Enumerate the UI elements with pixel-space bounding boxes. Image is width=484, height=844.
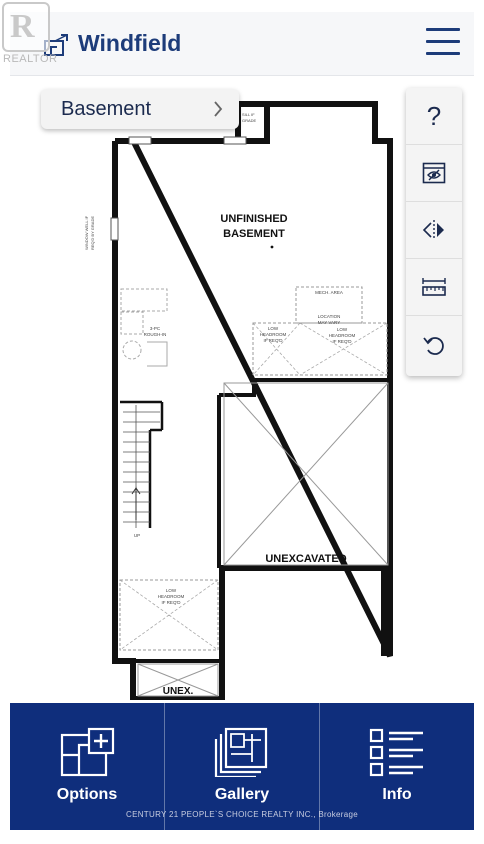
menu-line-icon <box>426 28 460 31</box>
low-headroom-a3: IF REQ'D <box>263 338 283 343</box>
mirror-button[interactable] <box>406 202 462 259</box>
nav-gallery-label: Gallery <box>214 786 270 803</box>
low-headroom-c3: IF REQ'D <box>161 600 181 605</box>
location-label-2: MAY VARY <box>318 320 340 325</box>
view-toggle-button[interactable] <box>406 145 462 202</box>
measure-ruler-icon <box>422 278 446 296</box>
gallery-stack-icon <box>214 727 268 777</box>
hamburger-menu-button[interactable] <box>426 28 460 56</box>
stair-treads <box>123 405 160 528</box>
low-headroom-c: LOW <box>166 588 177 593</box>
low-headroom-a2: HEADROOM <box>260 332 287 337</box>
brokerage-credit: CENTURY 21 PEOPLE`S CHOICE REALTY INC., … <box>126 810 358 819</box>
help-icon: ? <box>426 100 442 131</box>
rough-in-label-2: ROUGH-IN <box>144 332 167 337</box>
low-headroom-c2: HEADROOM <box>158 594 185 599</box>
low-headroom-b: LOW <box>337 327 348 332</box>
app-title: Windfield <box>78 30 182 56</box>
nav-info-label: Info <box>382 786 412 803</box>
chevron-right-icon <box>214 101 223 117</box>
room-label-unexcavated: UNEXCAVATED <box>265 553 346 565</box>
sill-note-2: GRADE <box>242 118 257 123</box>
help-button[interactable]: ? <box>406 88 462 145</box>
measure-button[interactable] <box>406 259 462 316</box>
stair-up-label: UP <box>134 533 140 538</box>
options-plan-icon <box>60 727 115 777</box>
location-label: LOCATION <box>318 314 341 319</box>
window-well-note: WINDOW WELL IF <box>84 215 89 250</box>
floor-selector-label: Basement <box>61 98 152 120</box>
window-well-note-2: REQ'D BY GRADE <box>90 216 95 250</box>
realtor-watermark-text: REALTOR <box>3 53 58 65</box>
floor-selector[interactable]: Basement <box>41 89 239 129</box>
menu-line-icon <box>426 40 460 43</box>
low-headroom-b3: IF REQ'D <box>332 339 352 344</box>
app-header: Windfield <box>10 12 474 76</box>
plan-tools-panel: ? <box>406 88 462 376</box>
realtor-watermark: R REALTOR <box>0 0 58 66</box>
low-headroom-b2: HEADROOM <box>329 333 356 338</box>
undo-icon <box>423 336 444 355</box>
sill-note: SILL IF <box>242 112 255 117</box>
low-headroom-a: LOW <box>268 326 279 331</box>
info-list-icon <box>369 728 423 777</box>
room-label-unex: UNEX. <box>163 686 194 697</box>
mech-area-label: MECH. AREA <box>315 290 343 295</box>
nav-options-label: Options <box>56 786 118 803</box>
eye-view-icon <box>422 162 446 184</box>
mirror-flip-icon <box>422 220 444 240</box>
room-label-main: UNFINISHED <box>220 213 287 225</box>
rough-in-label: 3-PC <box>150 326 161 331</box>
realtor-logo-letter: R <box>10 8 35 45</box>
room-label-main-2: BASEMENT <box>223 228 285 240</box>
menu-line-icon <box>426 52 460 55</box>
undo-button[interactable] <box>406 316 462 373</box>
